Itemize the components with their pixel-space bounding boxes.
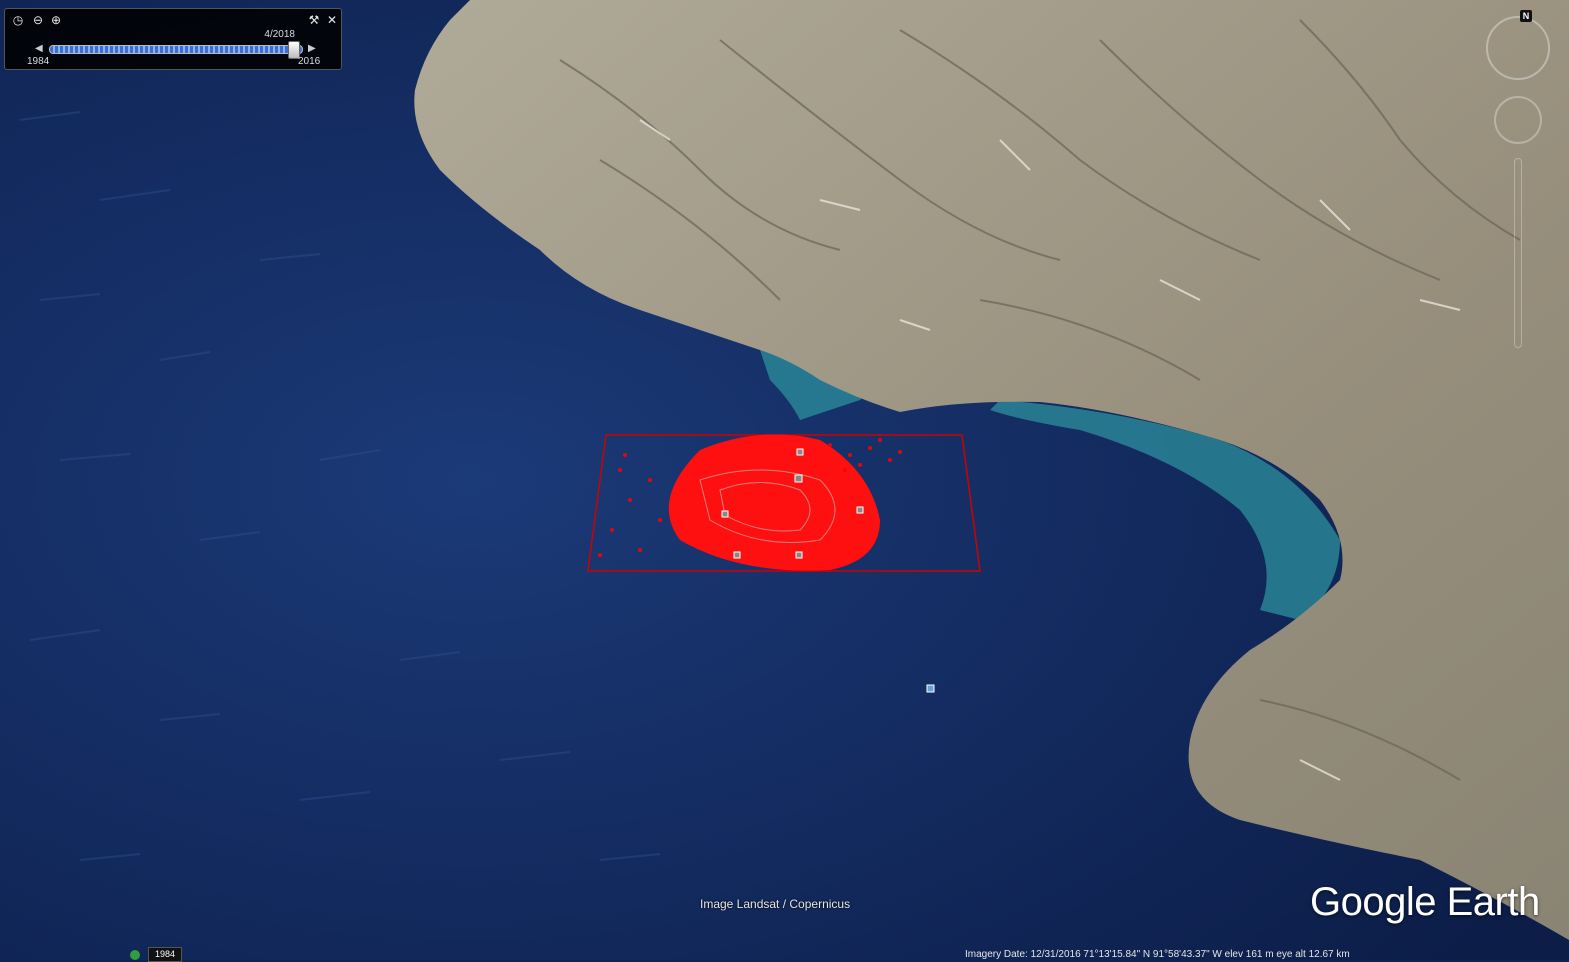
compass-ring[interactable] — [1486, 16, 1550, 80]
current-date-label: 4/2018 — [264, 29, 295, 40]
placemark-marker[interactable] — [926, 684, 935, 693]
globe-icon — [130, 950, 140, 960]
end-year-label: 2016 — [298, 56, 321, 67]
zoom-slider[interactable] — [1514, 158, 1522, 348]
zoom-in-icon[interactable]: ⊕ — [49, 13, 63, 27]
map-view[interactable] — [0, 0, 1569, 960]
clock-icon[interactable]: ◷ — [11, 13, 25, 27]
look-joystick[interactable] — [1494, 96, 1542, 144]
north-indicator[interactable]: N — [1520, 10, 1532, 22]
status-bar: 1984 Imagery Date: 12/31/2016 71°13'15.8… — [0, 946, 1569, 962]
wrench-icon[interactable]: ⚒ — [307, 13, 321, 27]
coordinate-readout: Imagery Date: 12/31/2016 71°13'15.84" N … — [965, 949, 1350, 960]
time-slider-panel: ◷ ⊖ ⊕ ⚒ ✕ 4/2018 ◀ ▶ 1984 2016 — [4, 8, 342, 70]
start-year-label: 1984 — [27, 56, 50, 67]
zoom-out-icon[interactable]: ⊖ — [31, 13, 45, 27]
google-earth-logo: Google Earth — [1310, 880, 1540, 924]
navigation-controls: N — [1480, 8, 1560, 348]
time-slider-track[interactable] — [49, 45, 303, 54]
close-icon[interactable]: ✕ — [325, 13, 339, 27]
imagery-attribution: Image Landsat / Copernicus — [700, 897, 851, 911]
step-back-button[interactable]: ◀ — [35, 43, 43, 54]
step-forward-button[interactable]: ▶ — [308, 43, 316, 54]
